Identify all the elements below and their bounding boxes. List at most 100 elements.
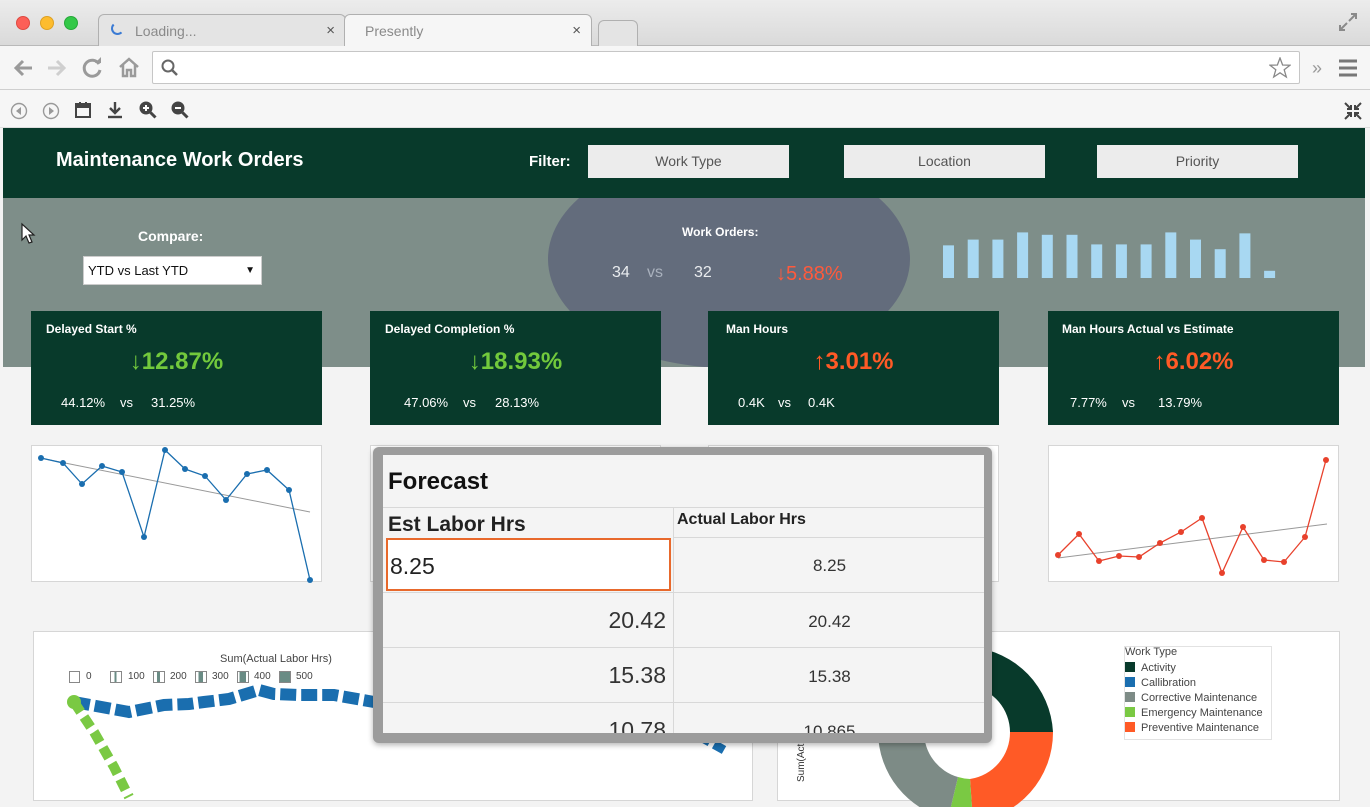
actual-labor-hrs-cell: 20.42 [808, 612, 851, 631]
work-orders-bar [1115, 244, 1127, 278]
dropdown-arrow-icon: ▼ [245, 265, 255, 276]
kpi-title: Delayed Start % [46, 322, 137, 336]
work-orders-bar [1214, 249, 1226, 278]
kpi-current: 44.12% [61, 395, 106, 410]
fullscreen-icon[interactable] [1338, 12, 1358, 32]
maximize-window-button[interactable] [64, 16, 78, 30]
toolbar-overflow-icon[interactable]: » [1312, 57, 1322, 79]
legend-item-corrective[interactable]: Corrective Maintenance [1125, 692, 1257, 704]
work-orders-bar [1017, 232, 1029, 278]
kpi-vs: vs [120, 395, 133, 410]
bookmark-star-icon[interactable] [1269, 57, 1291, 79]
donut-slice-corrective [878, 732, 958, 807]
kpi-vs: vs [1122, 395, 1135, 410]
menu-icon[interactable] [1338, 58, 1358, 78]
compare-select[interactable]: YTD vs Last YTD ▼ [83, 256, 262, 285]
work-orders-bar [943, 245, 954, 278]
actual-labor-hrs-cell: 10.865 [803, 722, 856, 733]
tab-close-icon[interactable]: × [326, 22, 335, 39]
legend-item-emergency[interactable]: Emergency Maintenance [1125, 707, 1263, 719]
delayed-start-sparkline [31, 445, 322, 583]
tab-loading[interactable]: Loading... × [98, 14, 346, 46]
zoom-in-icon[interactable] [138, 100, 157, 119]
est-labor-hrs-cell[interactable]: 10.78 [608, 717, 666, 733]
forecast-table: Forecast Est Labor Hrs Actual Labor Hrs … [383, 455, 984, 733]
download-icon[interactable] [106, 101, 124, 119]
previous-page-icon[interactable] [10, 102, 28, 120]
browser-titlebar: Loading... × Presently × [0, 0, 1370, 46]
est-labor-hrs-input[interactable]: 8.25 [386, 538, 671, 591]
legend-item-callibration[interactable]: Callibration [1125, 677, 1196, 689]
dashboard-header: Maintenance Work Orders Filter: Work Typ… [3, 128, 1365, 198]
kpi-current: 0.4K [738, 395, 765, 410]
compare-select-value: YTD vs Last YTD [88, 263, 189, 278]
exit-fullscreen-icon[interactable] [1344, 102, 1362, 120]
work-orders-previous: 32 [694, 264, 712, 281]
legend-item-preventive[interactable]: Preventive Maintenance [1125, 722, 1259, 734]
work-orders-bar [967, 239, 979, 278]
back-icon[interactable] [12, 57, 34, 79]
donut-legend-title: Work Type [1125, 646, 1178, 658]
sparkline-svg [1055, 457, 1329, 576]
kpi-man-hours[interactable]: Man Hours ↑3.01% 0.4K vs 0.4K [708, 311, 999, 425]
work-orders-bar-chart [943, 232, 1276, 278]
work-orders-current: 34 [612, 264, 630, 281]
kpi-man-hours-actual-vs-estimate[interactable]: Man Hours Actual vs Estimate ↑6.02% 7.77… [1048, 311, 1339, 425]
kpi-title: Man Hours Actual vs Estimate [1062, 322, 1234, 336]
search-icon [161, 59, 178, 76]
work-orders-bar [1190, 239, 1201, 278]
donut-slice-preventive [970, 732, 1054, 807]
est-labor-hrs-value: 8.25 [390, 553, 435, 579]
calendar-icon[interactable] [74, 101, 92, 119]
kpi-change: ↓18.93% [468, 348, 563, 375]
viewer-toolbar [0, 90, 1370, 128]
home-icon[interactable] [118, 56, 140, 78]
kpi-delayed-completion[interactable]: Delayed Completion % ↓18.93% 47.06% vs 28.… [370, 311, 661, 425]
est-labor-hrs-cell[interactable]: 15.38 [608, 662, 666, 689]
loading-spinner-icon [111, 22, 124, 35]
new-tab-button[interactable] [598, 20, 638, 46]
next-page-icon[interactable] [42, 102, 60, 120]
filter-label: Filter: [529, 153, 571, 170]
kpi-previous: 31.25% [151, 395, 196, 410]
forecast-dialog[interactable]: Forecast Est Labor Hrs Actual Labor Hrs … [373, 447, 992, 743]
work-orders-bar [992, 239, 1004, 278]
kpi-change: ↑6.02% [1153, 348, 1234, 375]
work-orders-label: Work Orders: [682, 225, 759, 239]
forward-icon[interactable] [46, 57, 68, 79]
man-hours-estimate-sparkline [1048, 445, 1339, 582]
kpi-title: Delayed Completion % [385, 322, 515, 336]
forecast-title: Forecast [388, 468, 489, 495]
tab-label: Loading... [135, 23, 197, 39]
work-orders-bar [1041, 234, 1053, 278]
close-window-button[interactable] [16, 16, 30, 30]
kpi-change: ↓12.87% [129, 348, 224, 375]
address-bar[interactable] [152, 51, 1300, 84]
priority-filter-button[interactable]: Priority [1097, 145, 1298, 178]
actual-labor-hrs-header: Actual Labor Hrs [677, 511, 806, 528]
work-orders-change: ↓5.88% [776, 263, 843, 285]
minimize-window-button[interactable] [40, 16, 54, 30]
sparkline-svg [38, 447, 313, 583]
work-orders-bar [1066, 234, 1078, 278]
kpi-delayed-start[interactable]: Delayed Start % ↓12.87% 44.12% vs 31.25% [31, 311, 322, 425]
kpi-current: 47.06% [404, 395, 449, 410]
page-title: Maintenance Work Orders [56, 149, 304, 171]
kpi-title: Man Hours [726, 322, 789, 336]
reload-icon[interactable] [82, 57, 104, 79]
tab-close-icon[interactable]: × [572, 22, 581, 39]
location-filter-button[interactable]: Location [844, 145, 1045, 178]
work-orders-vs: vs [647, 264, 663, 281]
work-orders-bar [1239, 233, 1251, 278]
est-labor-hrs-header: Est Labor Hrs [388, 513, 526, 536]
work-orders-bar [1165, 232, 1177, 278]
legend-item-activity[interactable]: Activity [1125, 662, 1176, 674]
tab-presently[interactable]: Presently × [344, 14, 592, 46]
kpi-previous: 28.13% [495, 395, 540, 410]
work-type-filter-button[interactable]: Work Type [588, 145, 789, 178]
actual-labor-hrs-cell: 8.25 [812, 556, 847, 575]
kpi-previous: 0.4K [808, 395, 835, 410]
zoom-out-icon[interactable] [170, 100, 189, 119]
est-labor-hrs-cell[interactable]: 20.42 [608, 607, 666, 634]
browser-navbar: » [0, 46, 1370, 90]
